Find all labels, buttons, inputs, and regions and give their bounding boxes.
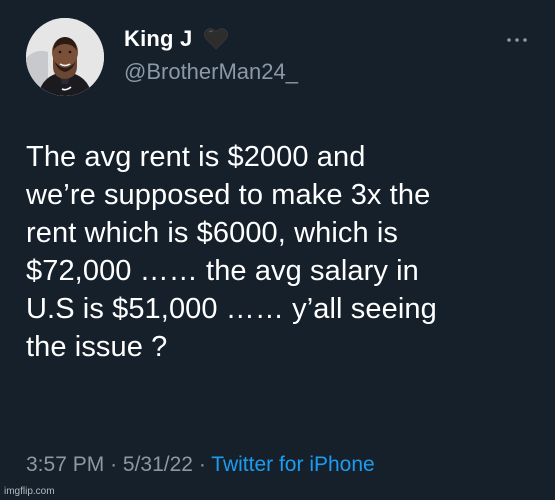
meta-separator: · bbox=[198, 453, 206, 476]
tweet-metadata: 3:57 PM · 5/31/22 · Twitter for iPhone bbox=[26, 453, 375, 477]
tweet-text: The avg rent is $2000 and we’re supposed… bbox=[26, 141, 437, 363]
avatar-image bbox=[26, 18, 104, 96]
black-heart-icon bbox=[204, 28, 229, 50]
tweet-date[interactable]: 5/31/22 bbox=[123, 453, 193, 476]
watermark: imgflip.com bbox=[4, 486, 55, 497]
tweet-source-link[interactable]: Twitter for iPhone bbox=[211, 453, 374, 476]
display-name[interactable]: King J bbox=[124, 26, 192, 52]
tweet-card: King J @BrotherMan24_ The avg rent is $2… bbox=[0, 0, 555, 500]
user-handle[interactable]: @BrotherMan24_ bbox=[124, 59, 298, 85]
meta-separator: · bbox=[110, 453, 118, 476]
tweet-time[interactable]: 3:57 PM bbox=[26, 453, 104, 476]
display-name-row: King J bbox=[124, 24, 229, 54]
avatar[interactable] bbox=[26, 18, 104, 96]
more-dots-icon[interactable] bbox=[505, 32, 529, 42]
